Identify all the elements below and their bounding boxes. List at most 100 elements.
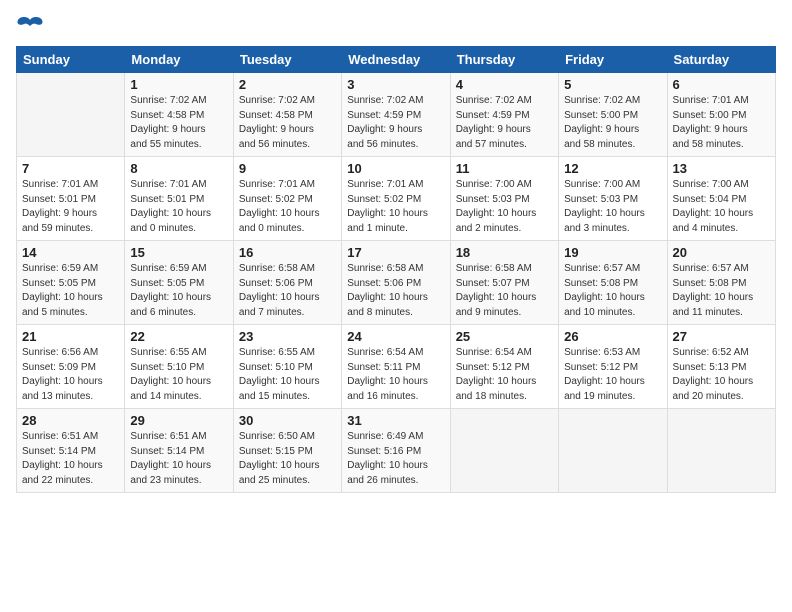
day-info: Sunrise: 6:54 AMSunset: 5:11 PMDaylight:… [347,346,444,404]
day-number: 6 [673,77,770,92]
day-number: 10 [347,161,444,176]
calendar-cell: 16 Sunrise: 6:58 AMSunset: 5:06 PMDayligh… [233,241,341,325]
day-info: Sunrise: 7:00 AMSunset: 5:03 PMDaylight:… [456,178,553,236]
calendar-cell: 22 Sunrise: 6:55 AMSunset: 5:10 PMDayligh… [125,325,233,409]
day-number: 23 [239,329,336,344]
page-header [16,16,776,38]
day-info: Sunrise: 6:52 AMSunset: 5:13 PMDaylight:… [673,346,770,404]
day-info: Sunrise: 6:55 AMSunset: 5:10 PMDaylight:… [239,346,336,404]
day-number: 29 [130,413,227,428]
day-of-week-header: Wednesday [342,47,450,73]
day-number: 7 [22,161,119,176]
calendar-cell: 3Sunrise: 7:02 AMSunset: 4:59 PMDaylight… [342,73,450,157]
calendar-cell: 29 Sunrise: 6:51 AMSunset: 5:14 PMDayligh… [125,409,233,493]
calendar-cell: 31 Sunrise: 6:49 AMSunset: 5:16 PMDayligh… [342,409,450,493]
calendar-cell: 2 Sunrise: 7:02 AMSunset: 4:58 PMDaylight… [233,73,341,157]
day-number: 4 [456,77,553,92]
day-info: Sunrise: 6:50 AMSunset: 5:15 PMDaylight:… [239,430,336,488]
calendar-week-row: 1 Sunrise: 7:02 AMSunset: 4:58 PMDaylight… [17,73,776,157]
calendar-cell [559,409,667,493]
day-info: Sunrise: 6:55 AMSunset: 5:10 PMDaylight:… [130,346,227,404]
day-info: Sunrise: 7:02 AMSunset: 4:58 PMDaylight:… [239,94,336,152]
calendar-table: SundayMondayTuesdayWednesdayThursdayFrid… [16,46,776,493]
day-number: 15 [130,245,227,260]
day-info: Sunrise: 6:58 AMSunset: 5:06 PMDaylight:… [347,262,444,320]
day-number: 9 [239,161,336,176]
day-of-week-header: Friday [559,47,667,73]
calendar-cell: 14 Sunrise: 6:59 AMSunset: 5:05 PMDayligh… [17,241,125,325]
calendar-week-row: 21 Sunrise: 6:56 AMSunset: 5:09 PMDayligh… [17,325,776,409]
calendar-header: SundayMondayTuesdayWednesdayThursdayFrid… [17,47,776,73]
day-of-week-header: Tuesday [233,47,341,73]
day-number: 28 [22,413,119,428]
calendar-cell: 1 Sunrise: 7:02 AMSunset: 4:58 PMDaylight… [125,73,233,157]
day-number: 25 [456,329,553,344]
day-number: 12 [564,161,661,176]
day-number: 16 [239,245,336,260]
day-number: 14 [22,245,119,260]
day-number: 17 [347,245,444,260]
calendar-cell: 25 Sunrise: 6:54 AMSunset: 5:12 PMDayligh… [450,325,558,409]
day-number: 21 [22,329,119,344]
day-of-week-header: Sunday [17,47,125,73]
day-info: Sunrise: 7:02 AMSunset: 5:00 PMDaylight:… [564,94,661,152]
day-number: 1 [130,77,227,92]
calendar-cell: 19Sunrise: 6:57 AMSunset: 5:08 PMDayligh… [559,241,667,325]
calendar-cell: 6 Sunrise: 7:01 AMSunset: 5:00 PMDaylight… [667,73,775,157]
calendar-cell: 28Sunrise: 6:51 AMSunset: 5:14 PMDayligh… [17,409,125,493]
calendar-cell [667,409,775,493]
day-number: 22 [130,329,227,344]
day-number: 20 [673,245,770,260]
calendar-week-row: 28 Sunrise: 6:51 AMSunset: 5:14 PMDayligh… [17,409,776,493]
day-info: Sunrise: 6:56 AMSunset: 5:09 PMDaylight:… [22,346,119,404]
day-info: Sunrise: 6:59 AMSunset: 5:05 PMDaylight:… [22,262,119,320]
calendar-cell [17,73,125,157]
calendar-cell: 30Sunrise: 6:50 AMSunset: 5:15 PMDayligh… [233,409,341,493]
day-info: Sunrise: 6:51 AMSunset: 5:14 PMDaylight:… [130,430,227,488]
day-number: 5 [564,77,661,92]
day-info: Sunrise: 6:57 AMSunset: 5:08 PMDaylight:… [673,262,770,320]
day-info: Sunrise: 7:00 AMSunset: 5:04 PMDaylight:… [673,178,770,236]
calendar-cell: 11Sunrise: 7:00 AMSunset: 5:03 PMDayligh… [450,157,558,241]
day-info: Sunrise: 7:01 AMSunset: 5:02 PMDaylight:… [347,178,444,236]
calendar-body: 1 Sunrise: 7:02 AMSunset: 4:58 PMDaylight… [17,73,776,493]
day-number: 19 [564,245,661,260]
day-info: Sunrise: 7:01 AMSunset: 5:01 PMDaylight:… [130,178,227,236]
calendar-cell: 21 Sunrise: 6:56 AMSunset: 5:09 PMDayligh… [17,325,125,409]
calendar-cell: 10 Sunrise: 7:01 AMSunset: 5:02 PMDayligh… [342,157,450,241]
days-of-week-row: SundayMondayTuesdayWednesdayThursdayFrid… [17,47,776,73]
day-of-week-header: Thursday [450,47,558,73]
day-info: Sunrise: 7:01 AMSunset: 5:02 PMDaylight:… [239,178,336,236]
day-number: 2 [239,77,336,92]
calendar-cell: 9 Sunrise: 7:01 AMSunset: 5:02 PMDaylight… [233,157,341,241]
calendar-cell: 4 Sunrise: 7:02 AMSunset: 4:59 PMDaylight… [450,73,558,157]
day-number: 27 [673,329,770,344]
day-info: Sunrise: 6:54 AMSunset: 5:12 PMDaylight:… [456,346,553,404]
day-number: 31 [347,413,444,428]
logo-bird-icon [16,16,44,38]
day-info: Sunrise: 7:01 AMSunset: 5:00 PMDaylight:… [673,94,770,152]
calendar-cell: 18 Sunrise: 6:58 AMSunset: 5:07 PMDayligh… [450,241,558,325]
day-info: Sunrise: 6:49 AMSunset: 5:16 PMDaylight:… [347,430,444,488]
day-number: 26 [564,329,661,344]
day-info: Sunrise: 7:02 AMSunset: 4:58 PMDaylight:… [130,94,227,152]
calendar-cell: 7Sunrise: 7:01 AMSunset: 5:01 PMDaylight… [17,157,125,241]
day-info: Sunrise: 7:02 AMSunset: 4:59 PMDaylight:… [456,94,553,152]
calendar-cell [450,409,558,493]
day-number: 3 [347,77,444,92]
calendar-cell: 26 Sunrise: 6:53 AMSunset: 5:12 PMDayligh… [559,325,667,409]
day-number: 18 [456,245,553,260]
day-info: Sunrise: 7:00 AMSunset: 5:03 PMDaylight:… [564,178,661,236]
calendar-week-row: 14 Sunrise: 6:59 AMSunset: 5:05 PMDayligh… [17,241,776,325]
calendar-cell: 27 Sunrise: 6:52 AMSunset: 5:13 PMDayligh… [667,325,775,409]
day-info: Sunrise: 6:53 AMSunset: 5:12 PMDaylight:… [564,346,661,404]
day-info: Sunrise: 6:58 AMSunset: 5:06 PMDaylight:… [239,262,336,320]
calendar-cell: 23 Sunrise: 6:55 AMSunset: 5:10 PMDayligh… [233,325,341,409]
calendar-week-row: 7 Sunrise: 7:01 AMSunset: 5:01 PMDaylight… [17,157,776,241]
calendar-cell: 12 Sunrise: 7:00 AMSunset: 5:03 PMDayligh… [559,157,667,241]
calendar-cell: 20 Sunrise: 6:57 AMSunset: 5:08 PMDayligh… [667,241,775,325]
day-number: 13 [673,161,770,176]
day-info: Sunrise: 6:58 AMSunset: 5:07 PMDaylight:… [456,262,553,320]
day-number: 24 [347,329,444,344]
day-number: 8 [130,161,227,176]
